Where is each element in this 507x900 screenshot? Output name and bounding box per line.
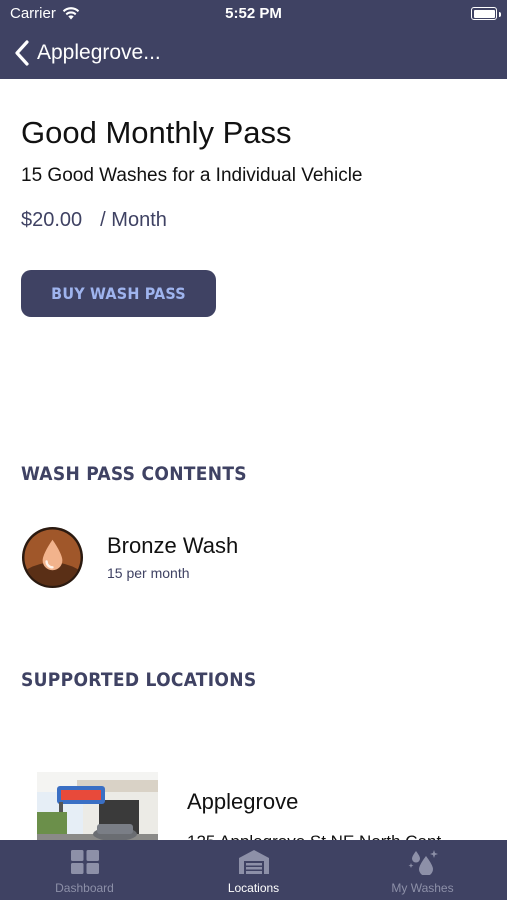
wash-count: 15 per month: [107, 565, 190, 581]
tab-dashboard[interactable]: Dashboard: [0, 840, 169, 900]
tab-label: Dashboard: [55, 881, 114, 895]
bronze-drop-icon: [21, 526, 84, 588]
price-row: $20.00 / Month: [21, 209, 167, 232]
price-period: / Month: [100, 209, 167, 231]
header: Carrier 5:52 PM Applegrove...: [0, 0, 507, 79]
tab-bar: Dashboard Locations My Washes: [0, 840, 507, 900]
tab-label: Locations: [227, 881, 280, 895]
battery-icon: [471, 7, 501, 20]
location-card[interactable]: Applegrove 125 Applegrove St NE North Ca…: [37, 772, 507, 840]
tab-locations[interactable]: Locations: [169, 840, 338, 900]
wash-name: Bronze Wash: [107, 533, 239, 558]
supported-locations-heading: SUPPORTED LOCATIONS: [21, 669, 257, 691]
status-time: 5:52 PM: [225, 5, 282, 22]
tab-my-washes[interactable]: My Washes: [338, 840, 507, 900]
page-title: Good Monthly Pass: [21, 115, 292, 150]
pass-detail: Good Monthly Pass 15 Good Washes for a I…: [0, 79, 507, 840]
status-bar: Carrier 5:52 PM: [0, 0, 507, 28]
location-address: 125 Applegrove St NE North Cant...: [187, 832, 455, 840]
dashboard-grid-icon: [70, 850, 99, 874]
tab-label: My Washes: [391, 881, 454, 895]
pass-subtitle: 15 Good Washes for a Individual Vehicle: [21, 165, 363, 186]
location-photo: [37, 772, 158, 840]
wash-pass-contents-heading: WASH PASS CONTENTS: [21, 463, 247, 485]
price: $20.00: [21, 209, 83, 231]
chevron-left-icon: [15, 40, 29, 66]
buy-wash-pass-button[interactable]: BUY WASH PASS: [21, 270, 216, 317]
back-label: Applegrove...: [37, 41, 161, 64]
drops-icon: [408, 850, 438, 875]
back-button[interactable]: Applegrove...: [14, 38, 161, 68]
location-name: Applegrove: [187, 789, 299, 814]
garage-icon: [238, 850, 269, 874]
list-item: Bronze Wash 15 per month: [21, 524, 487, 590]
